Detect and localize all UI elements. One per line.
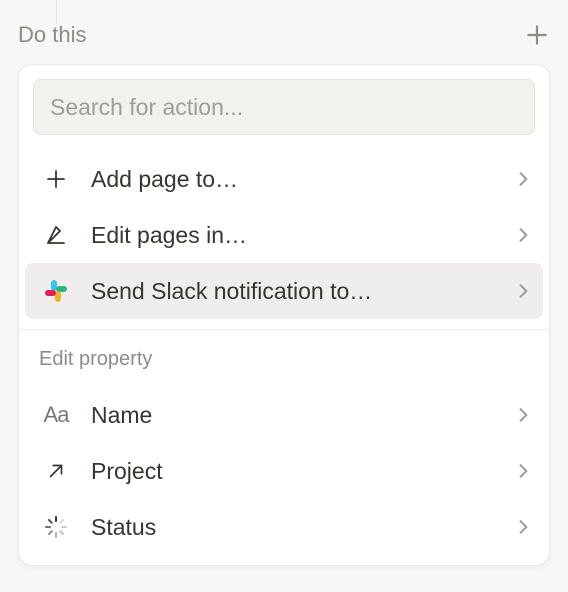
slack-icon <box>33 278 79 304</box>
search-input[interactable] <box>33 79 535 135</box>
section-header: Do this <box>18 22 550 48</box>
properties-list: Aa Name Project <box>19 381 549 555</box>
chevron-right-icon <box>513 225 533 245</box>
action-edit-pages[interactable]: Edit pages in… <box>25 207 543 263</box>
actions-list: Add page to… Edit pages in… <box>19 145 549 319</box>
action-add-page[interactable]: Add page to… <box>25 151 543 207</box>
action-label: Edit pages in… <box>79 222 513 249</box>
status-icon <box>33 515 79 539</box>
property-label: Project <box>79 458 513 485</box>
property-project[interactable]: Project <box>25 443 543 499</box>
plus-icon <box>33 167 79 191</box>
property-status[interactable]: Status <box>25 499 543 555</box>
action-picker-panel: Add page to… Edit pages in… <box>18 64 550 566</box>
search-container <box>19 65 549 145</box>
edit-property-header: Edit property <box>19 330 549 381</box>
arrow-up-right-icon <box>33 460 79 482</box>
action-label: Send Slack notification to… <box>79 278 513 305</box>
plus-icon <box>524 22 550 48</box>
action-send-slack[interactable]: Send Slack notification to… <box>25 263 543 319</box>
chevron-right-icon <box>513 405 533 425</box>
text-icon: Aa <box>33 402 79 428</box>
property-name[interactable]: Aa Name <box>25 387 543 443</box>
property-label: Name <box>79 402 513 429</box>
chevron-right-icon <box>513 169 533 189</box>
vertical-divider <box>56 0 57 24</box>
property-label: Status <box>79 514 513 541</box>
chevron-right-icon <box>513 281 533 301</box>
action-label: Add page to… <box>79 166 513 193</box>
chevron-right-icon <box>513 517 533 537</box>
section-title: Do this <box>18 22 86 48</box>
edit-icon <box>33 223 79 247</box>
add-action-button[interactable] <box>524 22 550 48</box>
chevron-right-icon <box>513 461 533 481</box>
